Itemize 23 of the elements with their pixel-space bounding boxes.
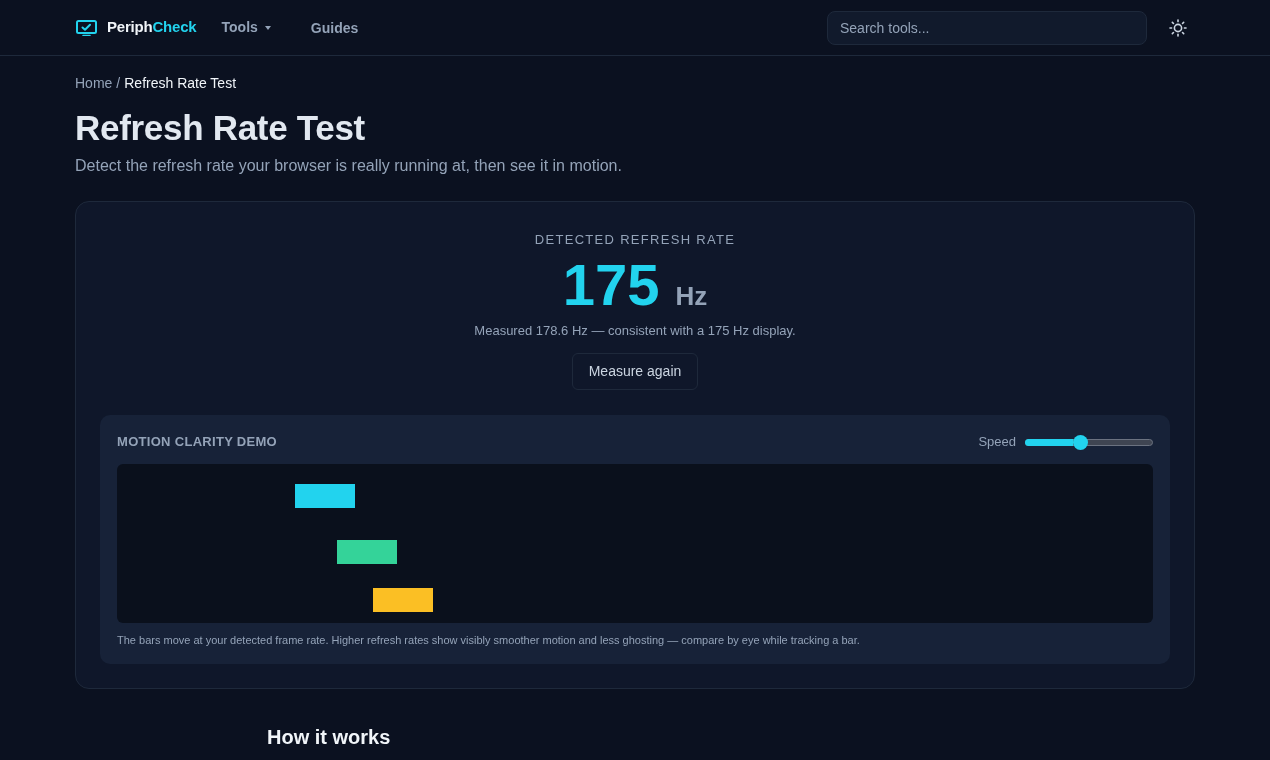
search-field[interactable]: Search tools... [827,10,1147,45]
breadcrumb-link[interactable]: Home [75,72,113,94]
theme-toggle-button[interactable] [1167,16,1189,39]
demo-caption: The bars move at your detected frame rate. Higher refresh rates show visibly smoother motion and less ghosting — compare by eye while tracking a bar. [117,633,860,648]
refresh-rate-unit: Hz [675,281,708,311]
measure-again-button[interactable]: Measure again [571,353,699,390]
result-label: DETECTED REFRESH RATE [534,231,736,249]
refresh-rate-value: 175 [562,254,660,316]
speed-slider-thumb[interactable] [1073,434,1089,450]
page-title: Refresh Rate Test [75,107,365,149]
breadcrumb-separator: / [116,73,121,93]
demo-title: MOTION CLARITY DEMO [117,433,277,452]
nav-link[interactable]: Guides [310,13,359,42]
sun-icon [1169,18,1187,37]
page-subtitle: Detect the refresh rate your browser is really running at, then see it in motion. [75,156,622,176]
monitor-check-icon [76,19,97,36]
nav-dropdown[interactable]: Tools [221,13,271,42]
logo-text[interactable]: PeriphCheck [107,16,197,39]
caret-icon [264,25,271,30]
measurement-detail: Measured 178.6 Hz — consistent with a 175 Hz display. [474,322,796,340]
speed-label: Speed [978,433,1016,452]
breadcrumb-current: Refresh Rate Test [124,73,237,93]
section-heading: How it works [267,725,391,750]
